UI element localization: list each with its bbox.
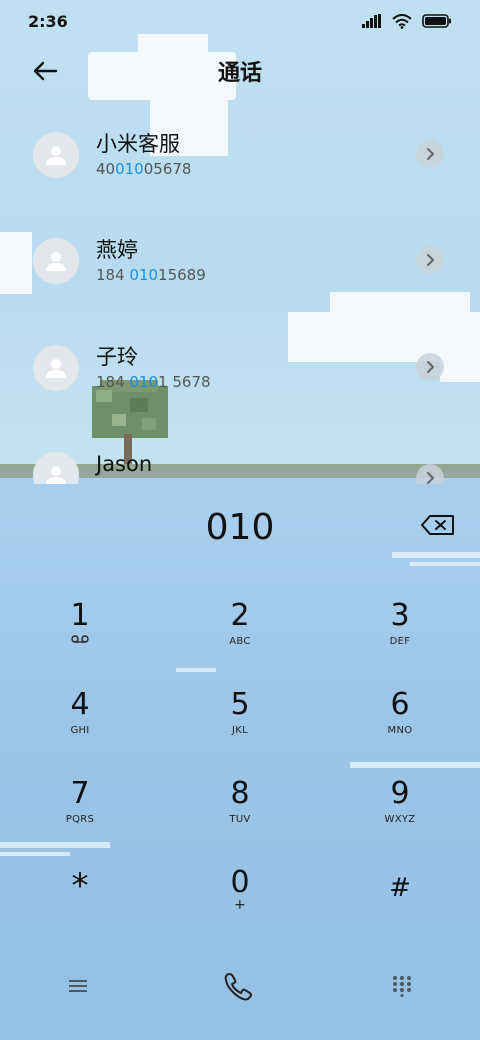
- key-letters: DEF: [389, 636, 411, 647]
- key-2[interactable]: 2 ABC: [180, 598, 300, 678]
- contact-name: 小米客服: [96, 132, 180, 156]
- contact-number: 184 0101 5678: [96, 373, 211, 391]
- contact-number: 184 01015689: [96, 266, 206, 284]
- contact-details-button[interactable]: [416, 246, 444, 274]
- key-9[interactable]: 9 WXYZ: [340, 776, 460, 856]
- chevron-right-icon: [427, 148, 434, 160]
- key-1[interactable]: 1: [20, 598, 140, 678]
- key-letters: ABC: [229, 636, 251, 647]
- key-letters: +: [233, 897, 247, 913]
- avatar: [33, 132, 79, 178]
- key-digit: 5: [230, 687, 250, 722]
- key-8[interactable]: 8 TUV: [180, 776, 300, 856]
- person-icon: [46, 252, 66, 271]
- key-digit: 8: [230, 776, 250, 811]
- page-title: 通话: [217, 61, 262, 86]
- key-letters: GHI: [70, 725, 90, 736]
- wifi-icon: [392, 13, 412, 29]
- back-button[interactable]: [28, 56, 62, 86]
- key-digit: 2: [230, 598, 250, 633]
- signal-icon: [362, 14, 381, 28]
- phone-call-icon: [224, 973, 252, 1001]
- contact-details-button[interactable]: [416, 140, 444, 168]
- contact-row[interactable]: 子玲 184 0101 5678: [0, 325, 480, 425]
- key-6[interactable]: 6 MNO: [340, 687, 460, 767]
- contact-row[interactable]: Jason: [0, 432, 480, 484]
- avatar: [33, 452, 79, 484]
- key-digit: 9: [390, 776, 410, 811]
- contact-name: 子玲: [96, 345, 138, 369]
- menu-button[interactable]: [53, 966, 103, 1006]
- chevron-right-icon: [427, 361, 434, 373]
- avatar: [33, 238, 79, 284]
- key-digit: *: [71, 866, 89, 906]
- keypad-icon: [393, 976, 411, 997]
- chevron-right-icon: [427, 254, 434, 266]
- contact-row[interactable]: 小米客服 4001005678: [0, 112, 480, 212]
- number-match-highlight: 010: [129, 373, 159, 391]
- keypad-toggle-button[interactable]: [377, 966, 427, 1006]
- key-digit: 7: [70, 776, 90, 811]
- header: 通话: [0, 46, 480, 96]
- status-icons: [362, 13, 452, 29]
- arrow-left-icon: [33, 61, 58, 81]
- key-digit: 0: [230, 865, 250, 900]
- number-match-highlight: 010: [115, 160, 144, 178]
- battery-icon: [422, 14, 451, 28]
- contact-row[interactable]: 燕婷 184 01015689: [0, 218, 480, 318]
- contact-details-button[interactable]: [416, 353, 444, 381]
- key-letters: TUV: [229, 814, 251, 825]
- number-match-highlight: 010: [129, 266, 159, 284]
- contact-details-button[interactable]: [416, 464, 444, 484]
- key-letters: PQRS: [65, 814, 95, 825]
- key-5[interactable]: 5 JKL: [180, 687, 300, 767]
- voicemail-icon: [71, 635, 89, 643]
- key-digit: #: [389, 873, 411, 903]
- contact-name: 燕婷: [96, 238, 138, 262]
- key-digit: 6: [390, 687, 410, 722]
- person-icon: [46, 466, 66, 484]
- key-hash[interactable]: #: [340, 870, 460, 950]
- chevron-right-icon: [427, 472, 434, 484]
- key-7[interactable]: 7 PQRS: [20, 776, 140, 856]
- dial-input-display[interactable]: 010: [0, 500, 480, 556]
- key-digit: 4: [70, 687, 90, 722]
- key-letters: WXYZ: [384, 814, 416, 825]
- status-time: 2:36: [28, 11, 68, 31]
- key-star[interactable]: *: [20, 868, 140, 948]
- contact-number: 4001005678: [96, 160, 192, 178]
- backspace-button[interactable]: [420, 514, 456, 540]
- status-bar: 2:36: [0, 0, 480, 42]
- key-letters: JKL: [232, 725, 248, 736]
- key-0[interactable]: 0 +: [180, 865, 300, 945]
- key-digit: 1: [70, 598, 90, 633]
- key-4[interactable]: 4 GHI: [20, 687, 140, 767]
- avatar: [33, 345, 79, 391]
- person-icon: [46, 146, 66, 165]
- water-reflection: [410, 562, 480, 566]
- backspace-icon: [421, 515, 454, 535]
- contact-name: Jason: [96, 452, 153, 476]
- menu-icon: [69, 980, 87, 992]
- person-icon: [46, 359, 66, 378]
- key-letters: MNO: [387, 725, 413, 736]
- key-3[interactable]: 3 DEF: [340, 598, 460, 678]
- key-digit: 3: [390, 598, 410, 633]
- call-button[interactable]: [214, 966, 264, 1006]
